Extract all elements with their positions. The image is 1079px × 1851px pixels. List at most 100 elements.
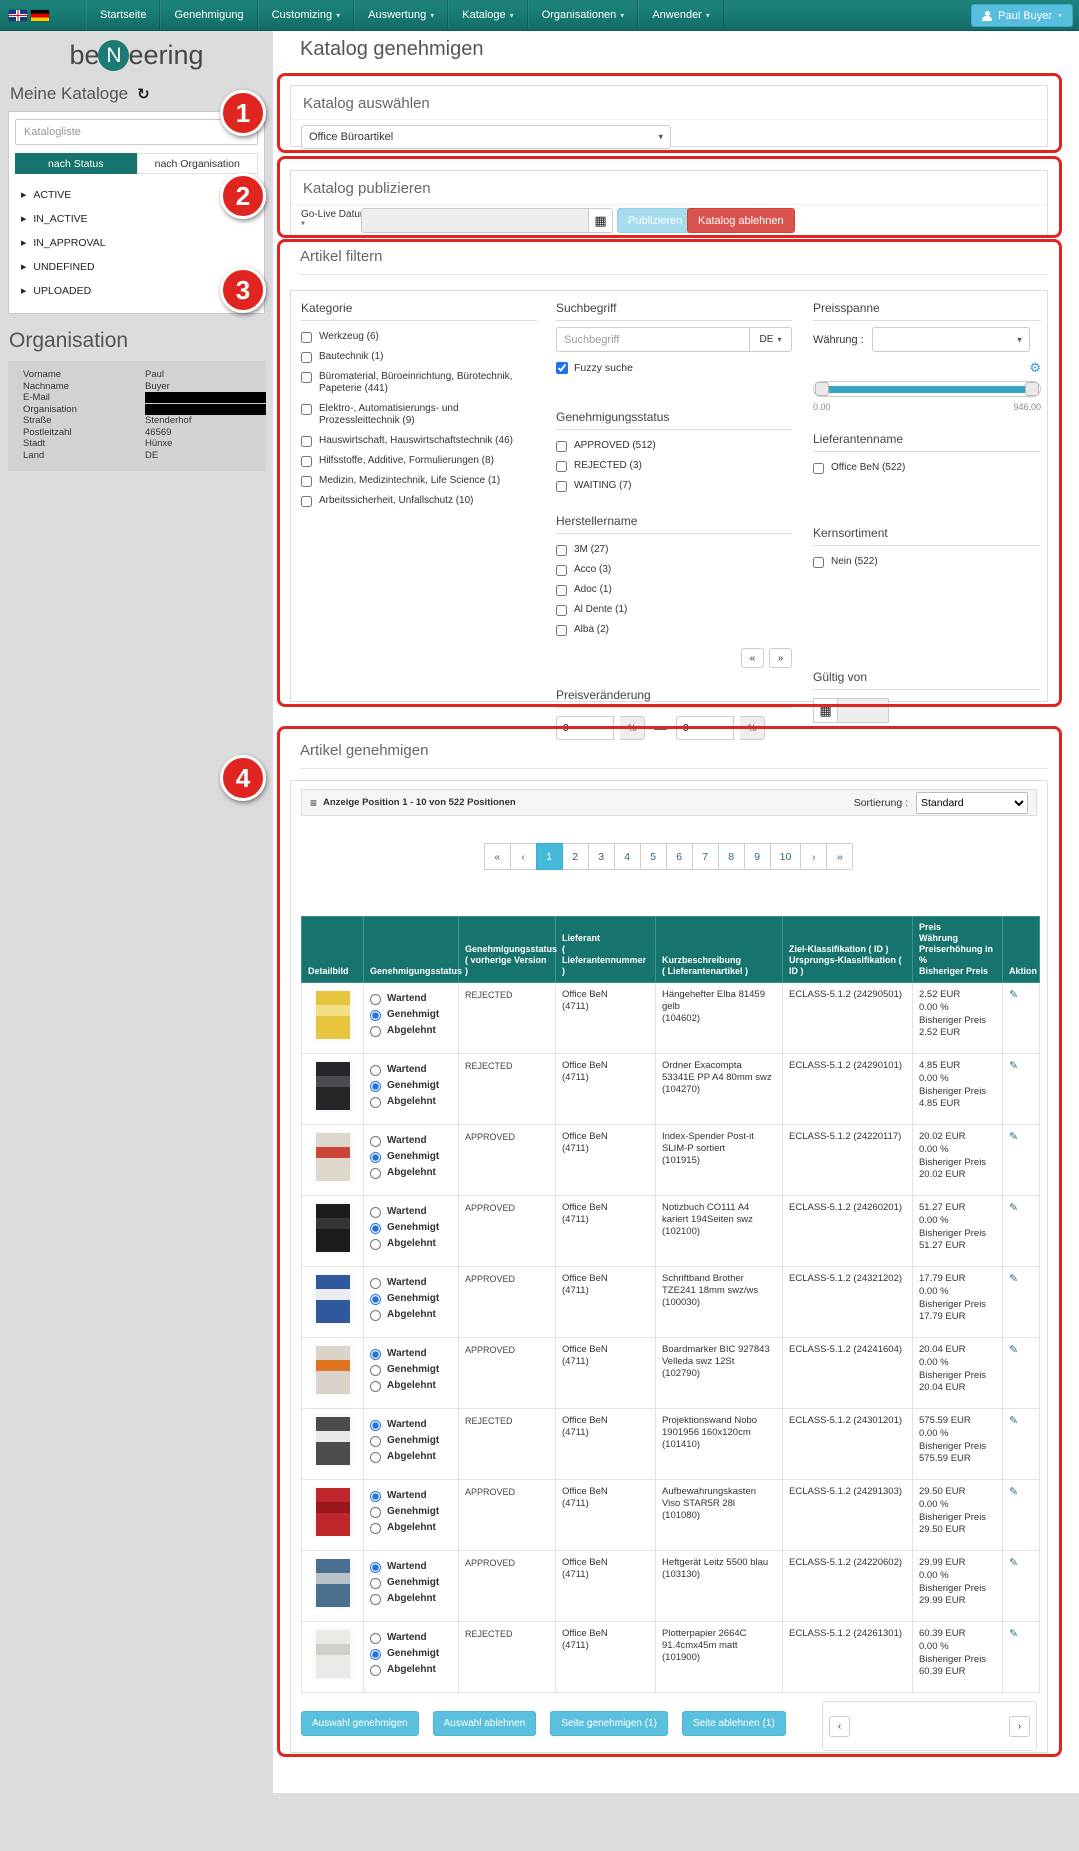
- status-radio-option[interactable]: Abgelehnt: [370, 1451, 452, 1463]
- status-radio-option[interactable]: Genehmigt: [370, 1648, 452, 1660]
- slider-handle-max[interactable]: [1025, 382, 1039, 396]
- filter-checkbox[interactable]: Bautechnik (1): [301, 347, 537, 367]
- status-radio-option[interactable]: Abgelehnt: [370, 1025, 452, 1037]
- status-radio-option[interactable]: Genehmigt: [370, 1009, 452, 1021]
- status-radio-option[interactable]: Wartend: [370, 1632, 452, 1644]
- filter-checkbox[interactable]: Arbeitssicherheit, Unfallschutz (10): [301, 491, 537, 511]
- page-button[interactable]: 3: [588, 843, 615, 870]
- percent-button[interactable]: %: [740, 716, 765, 740]
- status-radio-option[interactable]: Wartend: [370, 1206, 452, 1218]
- user-menu-button[interactable]: Paul Buyer ▾: [971, 4, 1073, 27]
- menu-item[interactable]: Startseite: [86, 0, 160, 30]
- edit-icon[interactable]: ✎: [1009, 1273, 1018, 1285]
- status-radio-option[interactable]: Abgelehnt: [370, 1309, 452, 1321]
- catalog-select[interactable]: Office Büroartikel: [301, 125, 671, 149]
- filter-checkbox[interactable]: Nein (522): [813, 552, 1041, 572]
- edit-icon[interactable]: ✎: [1009, 989, 1018, 1001]
- product-image[interactable]: [313, 1415, 353, 1467]
- page-button[interactable]: 2: [562, 843, 589, 870]
- status-radio-option[interactable]: Genehmigt: [370, 1506, 452, 1518]
- slider-handle-min[interactable]: [815, 382, 829, 396]
- status-radio-option[interactable]: Wartend: [370, 1490, 452, 1502]
- status-radio-option[interactable]: Abgelehnt: [370, 1522, 452, 1534]
- price-change-from-input[interactable]: [556, 716, 614, 740]
- filter-checkbox[interactable]: Hauswirtschaft, Hauswirtschaftstechnik (…: [301, 431, 537, 451]
- product-image[interactable]: [313, 1344, 353, 1396]
- percent-button[interactable]: %: [620, 716, 645, 740]
- uk-flag-icon[interactable]: [9, 10, 27, 21]
- approve-action-button[interactable]: Seite genehmigen (1): [550, 1711, 668, 1736]
- page-button[interactable]: 1: [536, 843, 563, 870]
- status-radio-option[interactable]: Abgelehnt: [370, 1238, 452, 1250]
- fuzzy-checkbox[interactable]: Fuzzy suche: [556, 362, 792, 374]
- edit-icon[interactable]: ✎: [1009, 1628, 1018, 1640]
- status-radio-option[interactable]: Abgelehnt: [370, 1380, 452, 1392]
- page-button[interactable]: 7: [692, 843, 719, 870]
- refresh-icon[interactable]: ↻: [137, 85, 150, 103]
- status-radio-option[interactable]: Wartend: [370, 1277, 452, 1289]
- filter-checkbox[interactable]: REJECTED (3): [556, 456, 792, 476]
- status-radio-option[interactable]: Wartend: [370, 993, 452, 1005]
- filter-checkbox[interactable]: Medizin, Medizintechnik, Life Science (1…: [301, 471, 537, 491]
- filter-checkbox[interactable]: Adoc (1): [556, 580, 792, 600]
- status-radio-option[interactable]: Wartend: [370, 1419, 452, 1431]
- catalog-tab[interactable]: nach Organisation: [137, 153, 259, 174]
- golive-date-input[interactable]: [361, 208, 589, 233]
- filter-checkbox[interactable]: Alba (2): [556, 620, 792, 640]
- filter-checkbox[interactable]: Büromaterial, Büroeinrichtung, Bürotechn…: [301, 367, 537, 399]
- edit-icon[interactable]: ✎: [1009, 1557, 1018, 1569]
- menu-item[interactable]: Genehmigung: [160, 0, 257, 30]
- status-radio-option[interactable]: Wartend: [370, 1561, 452, 1573]
- filter-checkbox[interactable]: Werkzeug (6): [301, 327, 537, 347]
- catalog-tab[interactable]: nach Status: [15, 153, 137, 174]
- product-image[interactable]: [313, 1131, 353, 1183]
- edit-icon[interactable]: ✎: [1009, 1415, 1018, 1427]
- status-radio-option[interactable]: Wartend: [370, 1064, 452, 1076]
- menu-item[interactable]: Anwender ▾: [638, 0, 724, 30]
- gear-icon[interactable]: ⚙: [1029, 360, 1041, 375]
- german-flag-icon[interactable]: [31, 10, 49, 21]
- price-change-to-input[interactable]: [676, 716, 734, 740]
- status-radio-option[interactable]: Abgelehnt: [370, 1664, 452, 1676]
- sidebar-status-item[interactable]: ▶ IN_ACTIVE: [18, 207, 255, 231]
- footer-pager-next-button[interactable]: ›: [1009, 1716, 1030, 1737]
- status-radio-option[interactable]: Genehmigt: [370, 1293, 452, 1305]
- status-radio-option[interactable]: Genehmigt: [370, 1435, 452, 1447]
- sidebar-status-item[interactable]: ▶ UNDEFINED: [18, 255, 255, 279]
- edit-icon[interactable]: ✎: [1009, 1060, 1018, 1072]
- page-button[interactable]: ›: [800, 843, 827, 870]
- product-image[interactable]: [313, 1202, 353, 1254]
- sidebar-status-item[interactable]: ▶ IN_APPROVAL: [18, 231, 255, 255]
- language-select-button[interactable]: DE ▾: [750, 327, 792, 352]
- menu-item[interactable]: Customizing ▾: [258, 0, 355, 30]
- price-range-slider[interactable]: [813, 381, 1041, 397]
- page-button[interactable]: 5: [640, 843, 667, 870]
- edit-icon[interactable]: ✎: [1009, 1344, 1018, 1356]
- page-button[interactable]: 10: [770, 843, 802, 870]
- filter-checkbox[interactable]: Hilfsstoffe, Additive, Formulierungen (8…: [301, 451, 537, 471]
- page-button[interactable]: 9: [744, 843, 771, 870]
- page-button[interactable]: 6: [666, 843, 693, 870]
- filter-checkbox[interactable]: WAITING (7): [556, 476, 792, 496]
- filter-checkbox[interactable]: Acco (3): [556, 560, 792, 580]
- status-radio-option[interactable]: Genehmigt: [370, 1222, 452, 1234]
- page-button[interactable]: »: [826, 843, 853, 870]
- status-radio-option[interactable]: Genehmigt: [370, 1577, 452, 1589]
- filter-checkbox[interactable]: Office BeN (522): [813, 458, 1041, 478]
- status-radio-option[interactable]: Genehmigt: [370, 1151, 452, 1163]
- product-image[interactable]: [313, 1486, 353, 1538]
- menu-item[interactable]: Auswertung ▾: [354, 0, 448, 30]
- approve-action-button[interactable]: Auswahl genehmigen: [301, 1711, 419, 1736]
- page-button[interactable]: ‹: [510, 843, 537, 870]
- edit-icon[interactable]: ✎: [1009, 1486, 1018, 1498]
- product-image[interactable]: [313, 989, 353, 1041]
- approve-action-button[interactable]: Seite ablehnen (1): [682, 1711, 786, 1736]
- status-radio-option[interactable]: Genehmigt: [370, 1364, 452, 1376]
- footer-pager-prev-button[interactable]: ‹: [829, 1716, 850, 1737]
- product-image[interactable]: [313, 1273, 353, 1325]
- page-button[interactable]: 8: [718, 843, 745, 870]
- status-radio-option[interactable]: Genehmigt: [370, 1080, 452, 1092]
- approve-action-button[interactable]: Auswahl ablehnen: [433, 1711, 537, 1736]
- search-input[interactable]: [556, 327, 750, 352]
- status-radio-option[interactable]: Wartend: [370, 1135, 452, 1147]
